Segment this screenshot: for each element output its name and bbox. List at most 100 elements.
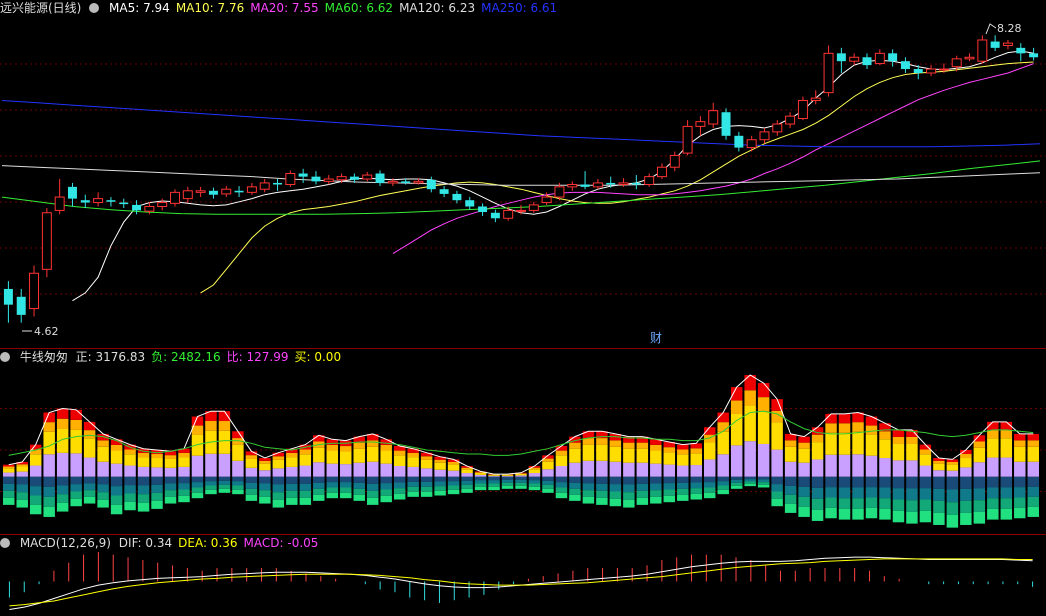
candle-body-up bbox=[158, 203, 167, 207]
negative-bar-segment bbox=[906, 512, 917, 524]
negative-bar-segment bbox=[852, 477, 863, 488]
legend-item: MA5: 7.94 bbox=[109, 1, 170, 15]
positive-bar-segment bbox=[987, 430, 998, 438]
positive-bar-segment bbox=[340, 446, 351, 451]
negative-bar-segment bbox=[664, 483, 675, 489]
negative-bar-segment bbox=[933, 489, 944, 501]
positive-bar-segment bbox=[691, 465, 702, 477]
negative-bar-segment bbox=[529, 477, 540, 480]
candle-body-up bbox=[696, 122, 705, 127]
negative-bar-segment bbox=[313, 489, 324, 495]
positive-bar-segment bbox=[974, 441, 985, 447]
positive-bar-segment bbox=[30, 466, 41, 477]
positive-bar-segment bbox=[664, 465, 675, 477]
macd-panel[interactable]: MACD(12,26,9) DIF: 0.34DEA: 0.36MACD: -0… bbox=[0, 534, 1046, 616]
positive-bar-segment bbox=[879, 431, 890, 439]
negative-bar-segment bbox=[785, 486, 796, 495]
candle-body-up bbox=[939, 69, 948, 70]
negative-bar-segment bbox=[623, 477, 634, 485]
positive-bar-segment bbox=[1014, 440, 1025, 446]
positive-bar-segment bbox=[691, 453, 702, 465]
negative-bar-segment bbox=[3, 491, 14, 498]
macd-legend: DIF: 0.34DEA: 0.36MACD: -0.05 bbox=[119, 536, 325, 550]
positive-bar-segment bbox=[758, 383, 769, 397]
candle-body-down bbox=[606, 183, 615, 185]
bull-line-chart[interactable] bbox=[0, 349, 1046, 535]
negative-bar-segment bbox=[30, 505, 41, 514]
negative-bar-segment bbox=[259, 477, 270, 484]
negative-bar-segment bbox=[758, 485, 769, 488]
negative-bar-segment bbox=[731, 486, 742, 489]
bull-line-title: 牛线匆匆 bbox=[20, 350, 68, 364]
ma-line-ma250 bbox=[2, 101, 1040, 147]
negative-bar-segment bbox=[219, 477, 230, 481]
negative-bar-segment bbox=[812, 477, 823, 488]
candle-body-up bbox=[529, 205, 538, 210]
positive-bar-segment bbox=[960, 467, 971, 476]
negative-bar-segment bbox=[812, 510, 823, 521]
positive-bar-segment bbox=[852, 432, 863, 454]
positive-bar-segment bbox=[273, 460, 284, 468]
negative-bar-segment bbox=[367, 498, 378, 505]
negative-bar-segment bbox=[354, 477, 365, 483]
positive-bar-segment bbox=[259, 470, 270, 477]
positive-bar-segment bbox=[866, 417, 877, 426]
negative-bar-segment bbox=[138, 503, 149, 512]
indicator-settings-icon[interactable] bbox=[89, 3, 99, 13]
positive-bar-segment bbox=[839, 414, 850, 423]
candle-body-down bbox=[106, 200, 115, 202]
candle-body-up bbox=[555, 187, 564, 197]
negative-bar-segment bbox=[421, 482, 432, 487]
positive-bar-segment bbox=[124, 454, 135, 465]
negative-bar-segment bbox=[866, 508, 877, 518]
positive-bar-segment bbox=[192, 417, 203, 426]
positive-bar-segment bbox=[1014, 434, 1025, 440]
negative-bar-segment bbox=[947, 477, 958, 490]
high-price-label: 8.28 bbox=[997, 22, 1022, 35]
negative-bar-segment bbox=[893, 500, 904, 511]
indicator-settings-icon[interactable] bbox=[0, 538, 10, 548]
negative-bar-segment bbox=[421, 477, 432, 482]
positive-bar-segment bbox=[947, 471, 958, 477]
earnings-marker[interactable]: 财 bbox=[650, 331, 662, 345]
candle-body-down bbox=[4, 289, 13, 305]
negative-bar-segment bbox=[906, 477, 917, 489]
negative-bar-segment bbox=[1014, 487, 1025, 497]
candle-body-up bbox=[593, 183, 602, 187]
price-header: 远兴能源(日线) MA5: 7.94MA10: 7.76MA20: 7.55MA… bbox=[0, 0, 569, 16]
negative-bar-segment bbox=[1014, 508, 1025, 518]
negative-bar-segment bbox=[327, 482, 338, 487]
positive-bar-segment bbox=[246, 455, 257, 459]
negative-bar-segment bbox=[637, 498, 648, 505]
negative-bar-segment bbox=[812, 488, 823, 499]
negative-bar-segment bbox=[84, 477, 95, 484]
positive-bar-segment bbox=[30, 454, 41, 465]
negative-bar-segment bbox=[407, 492, 418, 497]
negative-bar-segment bbox=[866, 487, 877, 497]
negative-bar-segment bbox=[852, 509, 863, 520]
price-panel[interactable]: 远兴能源(日线) MA5: 7.94MA10: 7.76MA20: 7.55MA… bbox=[0, 0, 1046, 348]
negative-bar-segment bbox=[246, 477, 257, 483]
positive-bar-segment bbox=[138, 453, 149, 457]
negative-bar-segment bbox=[448, 477, 459, 481]
negative-bar-segment bbox=[340, 487, 351, 492]
negative-bar-segment bbox=[219, 489, 230, 493]
positive-bar-segment bbox=[812, 442, 823, 459]
positive-bar-segment bbox=[407, 453, 418, 457]
negative-bar-segment bbox=[111, 505, 122, 514]
positive-bar-segment bbox=[866, 456, 877, 477]
candle-body-down bbox=[311, 177, 320, 182]
negative-bar-segment bbox=[488, 483, 499, 486]
positive-bar-segment bbox=[893, 437, 904, 444]
candle-body-down bbox=[734, 136, 743, 148]
negative-bar-segment bbox=[785, 495, 796, 504]
candlestick-chart[interactable] bbox=[0, 0, 1046, 348]
negative-bar-segment bbox=[151, 501, 162, 509]
bull-line-panel[interactable]: 牛线匆匆 正: 3176.83负: 2482.16比: 127.99买: 0.0… bbox=[0, 348, 1046, 535]
negative-bar-segment bbox=[812, 499, 823, 510]
positive-bar-segment bbox=[165, 459, 176, 468]
indicator-settings-icon[interactable] bbox=[0, 352, 10, 362]
positive-bar-segment bbox=[583, 445, 594, 461]
positive-bar-segment bbox=[974, 448, 985, 463]
positive-bar-segment bbox=[394, 466, 405, 477]
